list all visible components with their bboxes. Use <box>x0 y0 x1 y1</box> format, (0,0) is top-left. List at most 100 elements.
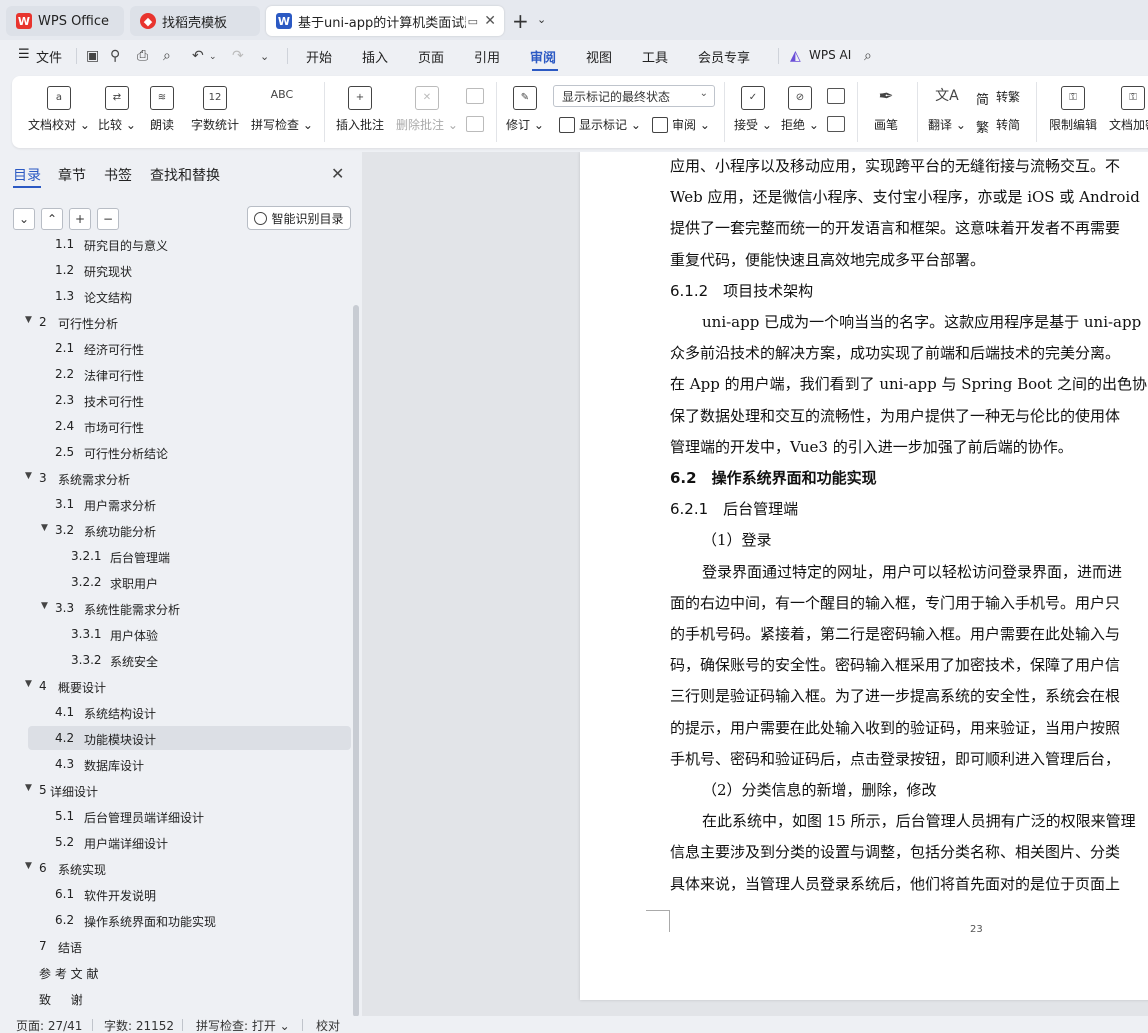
compare-button[interactable]: ⇄ 比较 ⌄ <box>98 86 136 133</box>
toc-item[interactable]: 4.3 数据库设计 <box>0 752 352 776</box>
menu-view[interactable]: 视图 <box>586 47 612 66</box>
to-simplified-button[interactable]: 繁 转简 <box>976 116 1020 136</box>
translate-button[interactable]: 文A 翻译 ⌄ <box>928 86 966 133</box>
toc-item[interactable]: 6.2 操作系统界面和功能实现 <box>0 908 352 932</box>
toc-item[interactable]: 1.1 研究目的与意义 <box>0 238 352 256</box>
restrict-edit-button[interactable]: ⚿ 限制编辑 <box>1049 86 1097 133</box>
expand-caret-icon[interactable]: ▼ <box>41 523 48 533</box>
reject-button[interactable]: ⊘ 拒绝 ⌄ <box>781 86 819 133</box>
toc-item[interactable]: ▼ 6 系统实现 <box>0 856 352 880</box>
menu-tools[interactable]: 工具 <box>642 47 668 66</box>
toc-item[interactable]: 2.1 经济可行性 <box>0 336 352 360</box>
new-tab-icon[interactable]: + <box>512 9 529 33</box>
close-tab-icon[interactable]: ✕ <box>484 13 496 29</box>
panel-tab-toc[interactable]: 目录 <box>13 165 41 185</box>
panel-tab-chapters[interactable]: 章节 <box>58 165 86 185</box>
panel-tab-find-replace[interactable]: 查找和替换 <box>150 165 220 185</box>
toc-item[interactable]: ▼ 3.2 系统功能分析 <box>0 518 352 542</box>
revise-button[interactable]: ✎ 修订 ⌄ <box>506 86 544 133</box>
add-heading-button[interactable]: + <box>69 208 91 230</box>
hamburger-icon[interactable]: ☰ <box>18 47 30 62</box>
undo-dropdown-icon[interactable]: ⌄ <box>209 52 217 62</box>
word-count-button[interactable]: 12 字数统计 <box>191 86 239 133</box>
panel-scrollbar[interactable] <box>353 305 359 1017</box>
toc-item[interactable]: 1.3 论文结构 <box>0 284 352 308</box>
tab-docer-templates[interactable]: ◆ 找稻壳模板 <box>130 6 260 36</box>
next-change-icon[interactable] <box>827 116 845 132</box>
spell-check-indicator[interactable]: 拼写检查: 打开 ⌄ <box>196 1017 290 1033</box>
pen-button[interactable]: ✒ 画笔 <box>874 86 898 133</box>
expand-all-button[interactable]: ⌄ <box>13 208 35 230</box>
word-count-indicator[interactable]: 字数: 21152 <box>104 1017 174 1033</box>
toc-item[interactable]: ▼ 5 详细设计 <box>0 778 352 802</box>
to-traditional-button[interactable]: 简 转繁 <box>976 88 1020 108</box>
chevron-down-icon[interactable]: ⌄ <box>537 13 546 26</box>
toc-item[interactable]: 3.1 用户需求分析 <box>0 492 352 516</box>
toc-item[interactable]: 3.2.2 求职用户 <box>0 570 352 594</box>
tab-wps-office[interactable]: W WPS Office <box>6 6 124 36</box>
menu-file[interactable]: 文件 <box>36 47 62 66</box>
spell-check-button[interactable]: ABC 拼写检查 ⌄ <box>251 86 313 133</box>
menu-review[interactable]: 审阅 <box>530 47 556 66</box>
doc-check-button[interactable]: a 文档校对 ⌄ <box>28 86 90 133</box>
remove-heading-button[interactable]: − <box>97 208 119 230</box>
toc-item[interactable]: 4.2 功能模块设计 <box>28 726 351 750</box>
delete-comment-button[interactable]: ✕ 删除批注 ⌄ <box>396 86 458 133</box>
prev-change-icon[interactable] <box>827 88 845 104</box>
menu-page[interactable]: 页面 <box>418 47 444 66</box>
toc-item[interactable]: ▼ 3.3 系统性能需求分析 <box>0 596 352 620</box>
read-aloud-button[interactable]: ≋ 朗读 <box>150 86 174 133</box>
expand-caret-icon[interactable]: ▼ <box>25 679 32 689</box>
menu-wps-ai[interactable]: WPS AI <box>809 48 851 62</box>
toc-item[interactable]: 5.1 后台管理员端详细设计 <box>0 804 352 828</box>
toc-item[interactable]: 2.2 法律可行性 <box>0 362 352 386</box>
print-preview-icon[interactable]: ⌕ <box>163 48 171 64</box>
expand-caret-icon[interactable]: ▼ <box>25 861 32 871</box>
menu-home[interactable]: 开始 <box>306 47 332 66</box>
close-panel-icon[interactable]: ✕ <box>331 164 344 183</box>
proofread-indicator[interactable]: 校对 <box>316 1017 340 1033</box>
expand-caret-icon[interactable]: ▼ <box>41 601 48 611</box>
toc-item[interactable]: ▼ 4 概要设计 <box>0 674 352 698</box>
toc-item[interactable]: 3.3.1 用户体验 <box>0 622 352 646</box>
undo-icon[interactable]: ↶ <box>192 48 204 64</box>
toc-item[interactable]: 2.5 可行性分析结论 <box>0 440 352 464</box>
collapse-all-button[interactable]: ⌃ <box>41 208 63 230</box>
wps-ai-icon[interactable]: ◭ <box>790 48 801 64</box>
toc-item[interactable]: 6.1 软件开发说明 <box>0 882 352 906</box>
smart-toc-button[interactable]: 智能识别目录 <box>247 206 351 230</box>
toc-item[interactable]: 2.3 技术可行性 <box>0 388 352 412</box>
toc-item[interactable]: 5.2 用户端详细设计 <box>0 830 352 854</box>
expand-caret-icon[interactable]: ▼ <box>25 315 32 325</box>
toc-item[interactable]: 参 考 文 献 <box>0 960 352 984</box>
review-pane-button[interactable]: 审阅 ⌄ <box>652 116 710 133</box>
show-markup-button[interactable]: 显示标记 ⌄ <box>559 116 641 133</box>
panel-tab-bookmarks[interactable]: 书签 <box>104 165 132 185</box>
expand-caret-icon[interactable]: ▼ <box>25 471 32 481</box>
doc-encrypt-button[interactable]: ⚿ 文档加密 <box>1109 86 1148 133</box>
screen-icon[interactable]: ▭ <box>468 15 478 28</box>
expand-caret-icon[interactable]: ▼ <box>25 783 32 793</box>
document-page[interactable]: 应用、小程序以及移动应用，实现跨平台的无缝衔接与流畅交互。不 Web 应用，还是微… <box>580 152 1148 1000</box>
link-icon[interactable]: ⚲ <box>110 48 120 64</box>
search-icon[interactable]: ⌕ <box>864 48 872 64</box>
more-chevron-icon[interactable]: ⌄ <box>260 50 269 63</box>
toc-item[interactable]: 4.1 系统结构设计 <box>0 700 352 724</box>
redo-icon[interactable]: ↷ <box>232 48 244 64</box>
toc-item[interactable]: 2.4 市场可行性 <box>0 414 352 438</box>
menu-member[interactable]: 会员专享 <box>698 47 750 66</box>
markup-mode-select[interactable]: 显示标记的最终状态 ⌄ <box>553 85 715 107</box>
print-icon[interactable]: ⎙ <box>137 48 148 64</box>
next-comment-icon[interactable] <box>466 116 484 132</box>
insert-comment-button[interactable]: + 插入批注 <box>336 86 384 133</box>
accept-button[interactable]: ✓ 接受 ⌄ <box>734 86 772 133</box>
page-indicator[interactable]: 页面: 27/41 <box>16 1017 82 1033</box>
toc-item[interactable]: ▼ 2 可行性分析 <box>0 310 352 334</box>
toc-item[interactable]: 7 结语 <box>0 934 352 958</box>
save-icon[interactable]: ▣ <box>86 48 99 64</box>
menu-references[interactable]: 引用 <box>474 47 500 66</box>
toc-item[interactable]: ▼ 3 系统需求分析 <box>0 466 352 490</box>
toc-item[interactable]: 1.2 研究现状 <box>0 258 352 282</box>
menu-insert[interactable]: 插入 <box>362 47 388 66</box>
toc-item[interactable]: 致 谢 <box>0 986 352 1010</box>
